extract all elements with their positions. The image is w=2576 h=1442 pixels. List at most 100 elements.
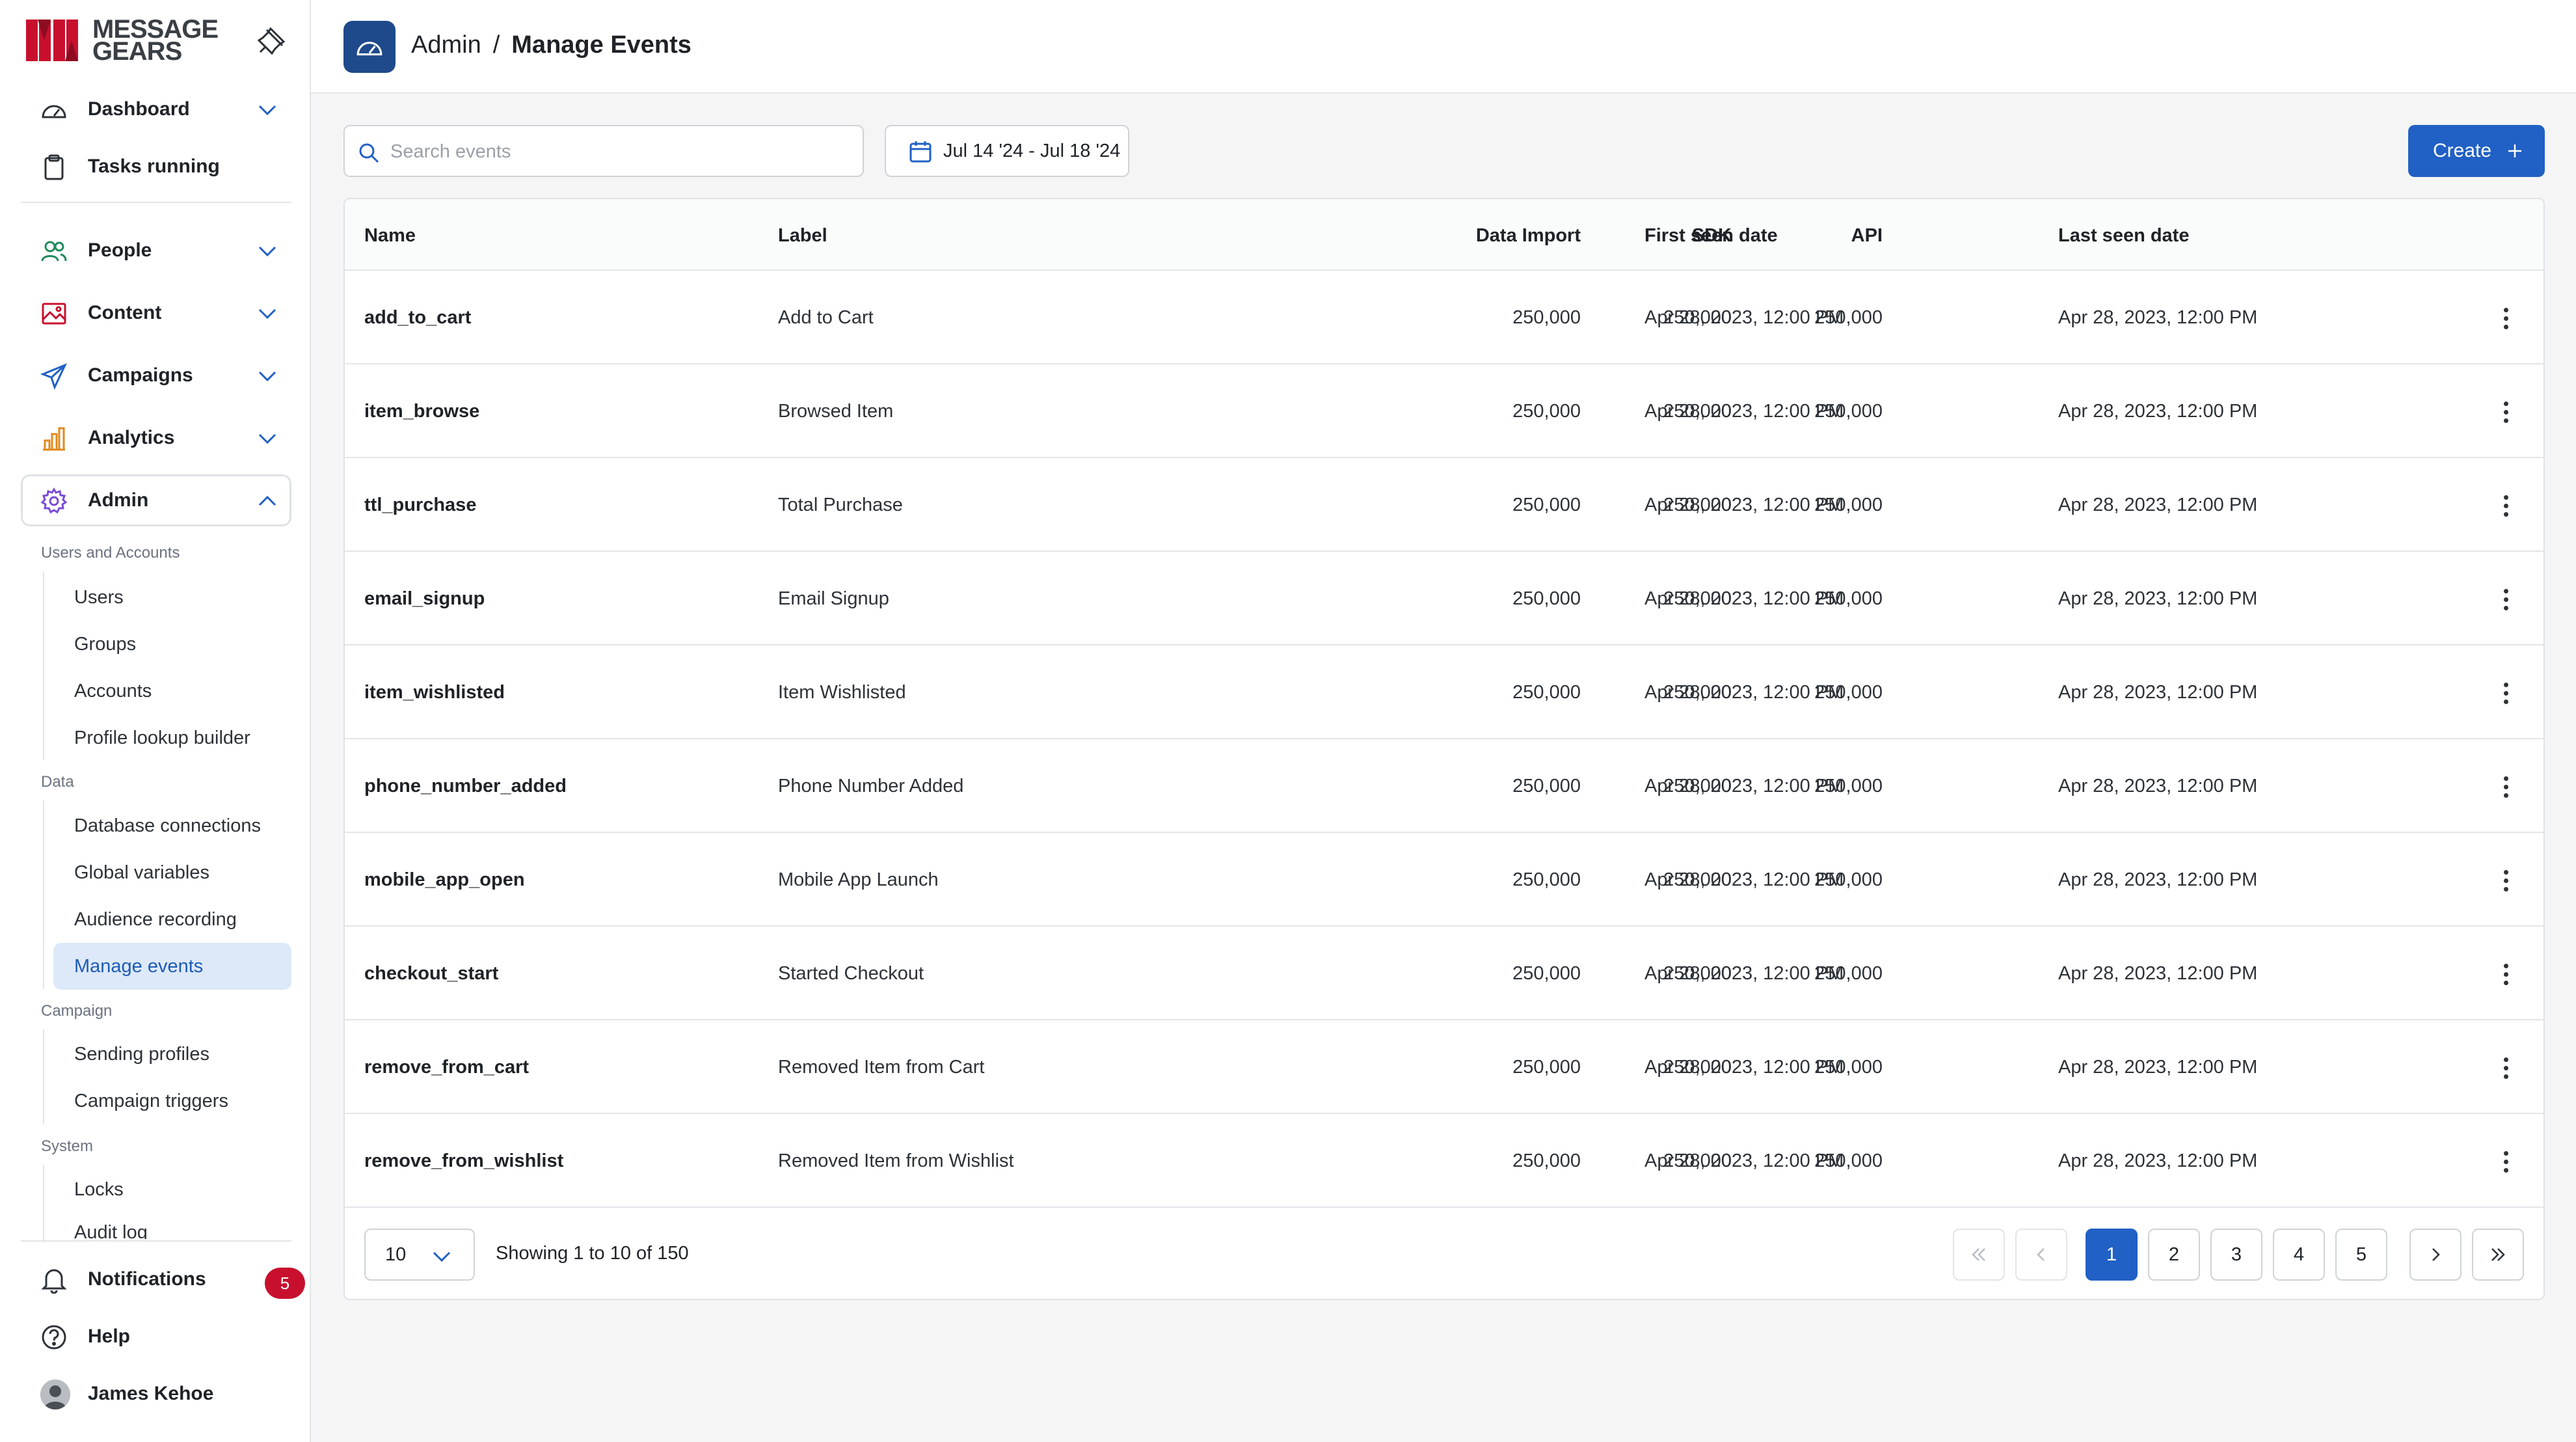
date-range-label: Jul 14 '24 - Jul 18 '24 <box>943 140 1121 161</box>
row-actions-kebab-icon[interactable] <box>2491 864 2520 897</box>
sidebar-item-locks[interactable]: Locks <box>53 1166 291 1213</box>
cell-label: Started Checkout <box>778 963 924 984</box>
search-input[interactable] <box>390 135 846 168</box>
page-button-3[interactable]: 3 <box>2210 1229 2262 1281</box>
next-page-button[interactable] <box>2409 1229 2462 1281</box>
cell-first-seen: Apr 28, 2023, 12:00 PM <box>1644 776 1844 796</box>
table-row[interactable]: checkout_start Started Checkout 250,000 250… <box>345 927 2543 1020</box>
cell-last-seen: Apr 28, 2023, 12:00 PM <box>2058 588 2258 609</box>
previous-page-button[interactable] <box>2015 1229 2067 1281</box>
table-row[interactable]: item_wishlisted Item Wishlisted 250,000 250… <box>345 646 2543 739</box>
nav-tasks-running[interactable]: Tasks running <box>21 141 291 193</box>
row-actions-kebab-icon[interactable] <box>2491 489 2520 522</box>
row-actions-kebab-icon[interactable] <box>2491 583 2520 616</box>
kebab-dot <box>2503 682 2508 687</box>
nav-dashboard[interactable]: Dashboard <box>21 83 291 135</box>
kebab-dot <box>2503 878 2508 883</box>
kebab-dot <box>2503 418 2508 423</box>
table-row[interactable]: mobile_app_open Mobile App Launch 250,000 2… <box>345 833 2543 927</box>
row-actions-kebab-icon[interactable] <box>2491 677 2520 709</box>
row-actions-kebab-icon[interactable] <box>2491 770 2520 803</box>
column-header-first-seen[interactable]: First seen date <box>1644 225 1778 247</box>
sidebar-item-audit-log[interactable]: Audit log <box>53 1213 291 1239</box>
nav-campaigns[interactable]: Campaigns <box>21 349 291 401</box>
kebab-dot <box>2503 597 2508 602</box>
table-row[interactable]: remove_from_cart Removed Item from Cart 25… <box>345 1020 2543 1114</box>
table-row[interactable]: add_to_cart Add to Cart 250,000 250,000 250,… <box>345 271 2543 364</box>
nav-notifications[interactable]: Notifications 5 <box>21 1253 305 1305</box>
cell-data-import: 250,000 <box>1512 307 1581 328</box>
date-range-picker[interactable]: Jul 14 '24 - Jul 18 '24 <box>885 125 1129 177</box>
table-row[interactable]: item_browse Browsed Item 250,000 250,000 250… <box>345 364 2543 458</box>
column-header-name[interactable]: Name <box>364 225 416 247</box>
brand-logo[interactable]: MESSAGE GEARS <box>25 16 219 64</box>
unpin-sidebar-icon[interactable] <box>256 26 286 56</box>
row-actions-kebab-icon[interactable] <box>2491 1052 2520 1084</box>
sidebar-item-accounts[interactable]: Accounts <box>53 668 291 714</box>
breadcrumb-admin-link[interactable]: Admin <box>411 31 481 59</box>
nav-notifications-label: Notifications <box>88 1268 206 1290</box>
cell-first-seen: Apr 28, 2023, 12:00 PM <box>1644 869 1844 890</box>
rows-per-page-select[interactable]: 10 <box>364 1229 475 1281</box>
cell-name: item_browse <box>364 401 480 422</box>
column-header-label[interactable]: Label <box>778 225 827 247</box>
chevron-down-icon <box>258 433 276 444</box>
kebab-dot <box>2503 316 2508 321</box>
group-label-users-accounts: Users and Accounts <box>41 544 180 562</box>
page-button-1[interactable]: 1 <box>2086 1229 2138 1281</box>
sidebar: MESSAGE GEARS Dashboard Tasks running Pe… <box>0 0 311 1442</box>
page-button-2[interactable]: 2 <box>2148 1229 2200 1281</box>
page-button-5[interactable]: 5 <box>2335 1229 2387 1281</box>
table-row[interactable]: email_signup Email Signup 250,000 250,000 25… <box>345 552 2543 646</box>
nav-user-profile[interactable]: James Kehoe <box>21 1368 291 1420</box>
cell-name: mobile_app_open <box>364 869 525 890</box>
paper-plane-icon <box>40 363 68 390</box>
row-actions-kebab-icon[interactable] <box>2491 958 2520 990</box>
kebab-dot <box>2503 1159 2508 1164</box>
nav-people[interactable]: People <box>21 224 291 277</box>
cell-data-import: 250,000 <box>1512 963 1581 984</box>
row-actions-kebab-icon[interactable] <box>2491 302 2520 334</box>
sidebar-item-global-variables[interactable]: Global variables <box>53 849 291 896</box>
sidebar-item-sending-profiles[interactable]: Sending profiles <box>53 1031 291 1078</box>
events-table: Name Label Data Import SDK API First see… <box>343 198 2545 1300</box>
last-page-button[interactable] <box>2472 1229 2524 1281</box>
subtree-line <box>43 1165 44 1243</box>
sidebar-item-users[interactable]: Users <box>53 574 291 621</box>
cell-name: remove_from_wishlist <box>364 1150 564 1171</box>
cell-last-seen: Apr 28, 2023, 12:00 PM <box>2058 963 2258 984</box>
sidebar-item-database-connections[interactable]: Database connections <box>53 802 291 849</box>
first-page-button[interactable] <box>1953 1229 2005 1281</box>
sidebar-item-profile-lookup-builder[interactable]: Profile lookup builder <box>53 714 291 761</box>
cell-data-import: 250,000 <box>1512 1057 1581 1078</box>
row-actions-kebab-icon[interactable] <box>2491 1145 2520 1178</box>
double-chevron-right-icon <box>2491 1248 2505 1261</box>
kebab-dot <box>2503 503 2508 508</box>
page-button-4[interactable]: 4 <box>2273 1229 2325 1281</box>
cell-data-import: 250,000 <box>1512 682 1581 703</box>
column-header-data-import[interactable]: Data Import <box>1360 225 1581 247</box>
nav-content[interactable]: Content <box>21 287 291 339</box>
cell-first-seen: Apr 28, 2023, 12:00 PM <box>1644 495 1844 515</box>
user-avatar-icon <box>40 1380 70 1409</box>
row-actions-kebab-icon[interactable] <box>2491 396 2520 428</box>
chevron-left-icon <box>2037 1248 2045 1261</box>
nav-analytics[interactable]: Analytics <box>21 412 291 464</box>
kebab-dot <box>2503 307 2508 312</box>
sidebar-item-campaign-triggers[interactable]: Campaign triggers <box>53 1078 291 1124</box>
sidebar-item-manage-events[interactable]: Manage events <box>53 943 291 990</box>
nav-admin[interactable]: Admin <box>21 474 291 526</box>
subtree-line <box>43 800 44 989</box>
create-button[interactable]: Create <box>2408 125 2545 177</box>
nav-help[interactable]: Help <box>21 1311 291 1363</box>
kebab-dot <box>2503 784 2508 789</box>
sidebar-item-audience-recording[interactable]: Audience recording <box>53 896 291 943</box>
column-header-last-seen[interactable]: Last seen date <box>2058 225 2189 247</box>
table-row[interactable]: phone_number_added Phone Number Added 250,… <box>345 739 2543 833</box>
sidebar-item-groups[interactable]: Groups <box>53 621 291 668</box>
breadcrumb: Admin / Manage Events <box>411 31 691 59</box>
table-row[interactable]: remove_from_wishlist Removed Item from Wi… <box>345 1114 2543 1208</box>
header-section-icon <box>343 21 396 73</box>
group-label-campaign: Campaign <box>41 1002 113 1020</box>
table-row[interactable]: ttl_purchase Total Purchase 250,000 250,000… <box>345 458 2543 552</box>
